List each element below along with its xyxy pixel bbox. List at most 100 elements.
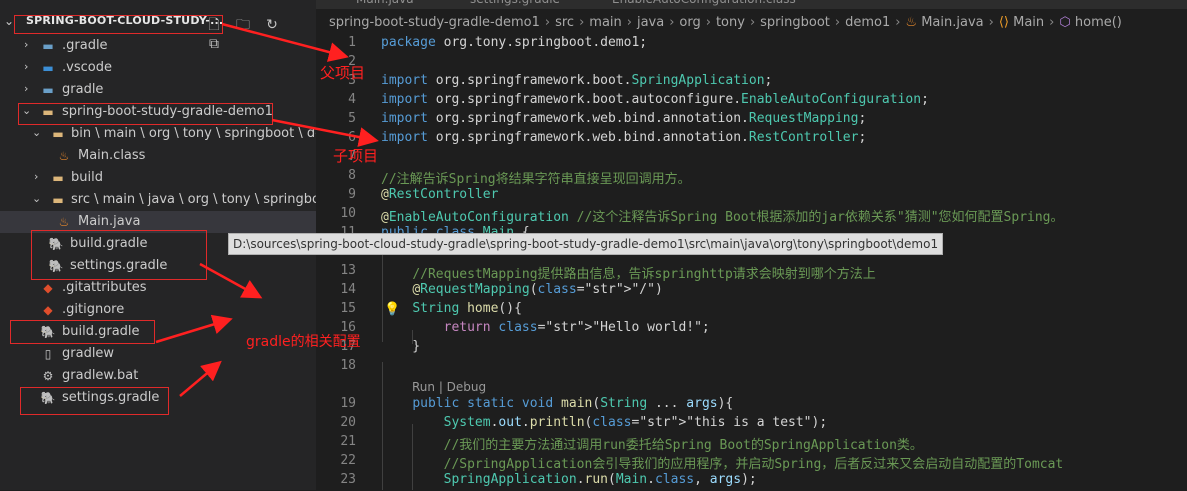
tree-item-label: settings.gradle	[70, 258, 168, 273]
folder-icon: ▬	[42, 83, 54, 97]
tree-item-settings-gradle-root[interactable]: 🐘 settings.gradle	[0, 387, 316, 409]
breadcrumb-item[interactable]: home()	[1075, 15, 1122, 30]
tree-item-label: spring-boot-study-gradle-demo1	[62, 104, 273, 119]
tree-item-label: build.gradle	[62, 324, 140, 339]
tree-item-gradlew-bat[interactable]: ⚙ gradlew.bat	[0, 365, 316, 387]
code-line[interactable]: 10 @EnableAutoConfiguration //这个注释告诉Sprin…	[316, 206, 1187, 225]
code-line[interactable]: 13 //RequestMapping提供路由信息，告诉springhttp请求…	[316, 263, 1187, 282]
chevron-right-icon: ›	[34, 170, 39, 183]
tree-item-label: build.gradle	[70, 236, 148, 251]
chevron-right-icon: ›	[24, 82, 29, 95]
code-line[interactable]: 19 public static void main(String ... ar…	[316, 396, 1187, 415]
line-number: 6	[348, 130, 356, 145]
code-text: @RequestMapping(class="str">"/")	[412, 282, 663, 297]
git-icon: ◆	[43, 303, 53, 317]
tree-item-bin[interactable]: ⌄ ▬ bin \ main \ org \ tony \ springboot…	[0, 123, 336, 145]
indent-guide	[382, 252, 383, 342]
line-number: 14	[340, 282, 356, 297]
code-line[interactable]: 1 package org.tony.springboot.demo1;	[316, 35, 1187, 54]
tree-item-label: .gitattributes	[62, 280, 147, 295]
codelens-run-debug[interactable]: Run | Debug	[412, 380, 486, 394]
tree-item-demo1[interactable]: ⌄ ▬ spring-boot-study-gradle-demo1	[0, 101, 316, 123]
annotation-child-label: 子项目	[333, 147, 379, 165]
tree-item-src[interactable]: ⌄ ▬ src \ main \ java \ org \ tony \ spr…	[0, 189, 349, 211]
line-number: 4	[348, 92, 356, 107]
code-line[interactable]: 14 @RequestMapping(class="str">"/")	[316, 282, 1187, 301]
code-line[interactable]: 16 return class="str">"Hello world!";	[316, 320, 1187, 339]
code-text: //RequestMapping提供路由信息，告诉springhttp请求会映射…	[412, 267, 876, 282]
code-line[interactable]: 22 //SpringApplication会引导我们的应用程序，并启动Spri…	[316, 453, 1187, 472]
lightbulb-icon[interactable]: 💡	[384, 302, 400, 317]
tree-item-main-java[interactable]: ♨ Main.java	[0, 211, 316, 233]
new-file-icon[interactable]: 🗋	[206, 17, 222, 33]
code-text: package org.tony.springboot.demo1;	[381, 35, 648, 50]
java-icon: ♨	[905, 15, 918, 30]
tab-enableautoconfiguration[interactable]: EnableAutoConfiguration.class	[612, 0, 796, 8]
code-line[interactable]: 3 import org.springframework.boot.SpringA…	[316, 73, 1187, 92]
indent-guide	[412, 330, 413, 344]
code-text: import org.springframework.boot.SpringAp…	[381, 73, 773, 88]
tree-item-label: build	[71, 170, 103, 185]
breadcrumb-item[interactable]: Main.java	[921, 15, 983, 30]
chevron-down-icon: ⌄	[32, 192, 42, 205]
breadcrumb-item[interactable]: main	[589, 15, 621, 30]
code-line[interactable]: 8 //注解告诉Spring将结果字符串直接呈现回调用方。	[316, 168, 1187, 187]
tree-item-gitattributes[interactable]: ◆ .gitattributes	[0, 277, 316, 299]
line-number: 9	[348, 187, 356, 202]
tree-item-label: .vscode	[62, 60, 112, 75]
code-text: //我们的主要方法通过调用run委托给Spring Boot的SpringApp…	[443, 438, 923, 453]
tree-item-label: .gitignore	[62, 302, 125, 317]
code-line[interactable]: 5 import org.springframework.web.bind.ann…	[316, 111, 1187, 130]
breadcrumb-item[interactable]: src	[555, 15, 574, 30]
tree-item-main-class[interactable]: ♨ Main.class	[0, 145, 316, 167]
class-icon: ⟨⟩	[998, 15, 1009, 30]
folder-icon: ▬	[52, 127, 64, 141]
breadcrumb-item[interactable]: org	[679, 15, 700, 30]
tab-settings-gradle[interactable]: settings.gradle	[470, 0, 560, 8]
breadcrumb-item[interactable]: Main	[1013, 15, 1044, 30]
tab-main-java[interactable]: Main.java	[356, 0, 414, 8]
refresh-icon[interactable]: ↻	[264, 17, 280, 33]
breadcrumb-item[interactable]: tony	[716, 15, 745, 30]
tree-item-label: Main.class	[78, 148, 146, 163]
code-line[interactable]: 17 }	[316, 339, 1187, 358]
line-number: 20	[340, 415, 356, 430]
java-icon: ♨	[58, 215, 70, 229]
code-line[interactable]: 18	[316, 358, 1187, 377]
java-icon: ♨	[58, 149, 70, 163]
code-line[interactable]: 23 SpringApplication.run(Main.class, arg…	[316, 472, 1187, 491]
line-number: 15	[340, 301, 356, 316]
code-line[interactable]: 9 @RestController	[316, 187, 1187, 206]
gradle-icon: 🐘	[48, 259, 64, 273]
code-text: import org.springframework.boot.autoconf…	[381, 92, 929, 107]
code-line[interactable]: 4 import org.springframework.boot.autocon…	[316, 92, 1187, 111]
new-folder-icon[interactable]: 🗀	[235, 17, 251, 33]
tree-item-settings-gradle-child[interactable]: 🐘 settings.gradle	[0, 255, 316, 277]
tree-item-label: gradlew	[62, 346, 115, 361]
code-text: }	[381, 339, 421, 354]
breadcrumb-item[interactable]: java	[637, 15, 664, 30]
tab-bar: Main.java settings.gradle EnableAutoConf…	[316, 0, 1187, 9]
code-text: @EnableAutoConfiguration //这个注释告诉Spring …	[381, 210, 1064, 225]
code-line[interactable]: 21 //我们的主要方法通过调用run委托给Spring Boot的Spring…	[316, 434, 1187, 453]
explorer-root-label: SPRING-BOOT-CLOUD-STUDY-...	[26, 14, 224, 27]
code-line[interactable]: 15 String home(){	[316, 301, 1187, 320]
code-line[interactable]: 6 import org.springframework.web.bind.ann…	[316, 130, 1187, 149]
chevron-down-icon: ⌄	[32, 126, 42, 139]
tree-item-build[interactable]: › ▬ build	[0, 167, 316, 189]
breadcrumb-item[interactable]: springboot	[760, 15, 830, 30]
tree-item-gitignore[interactable]: ◆ .gitignore	[0, 299, 316, 321]
code-line[interactable]: 20 System.out.println(class="str">"this …	[316, 415, 1187, 434]
line-number: 13	[340, 263, 356, 278]
tree-item-vscode[interactable]: › ▬ .vscode	[0, 57, 316, 79]
chevron-down-icon: ⌄	[4, 14, 15, 28]
tree-item-gradle-dir[interactable]: › ▬ .gradle	[0, 35, 316, 57]
chevron-right-icon: ›	[24, 38, 29, 51]
breadcrumb-item[interactable]: demo1	[845, 15, 890, 30]
tree-item-gradle[interactable]: › ▬ gradle	[0, 79, 316, 101]
tree-item-label: Main.java	[78, 214, 141, 229]
breadcrumb-item[interactable]: spring-boot-study-gradle-demo1	[329, 15, 540, 30]
code-line[interactable]: 7	[316, 149, 1187, 168]
chevron-right-icon: ›	[24, 60, 29, 73]
code-line[interactable]: 2	[316, 54, 1187, 73]
